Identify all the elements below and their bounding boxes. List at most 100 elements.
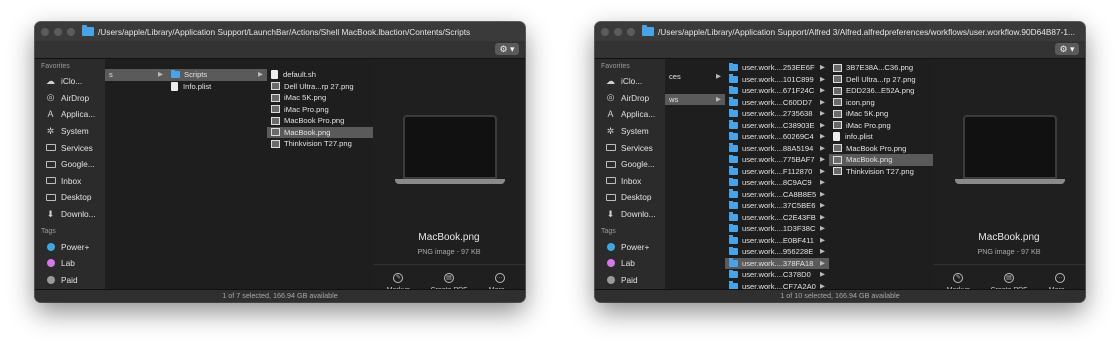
- file-row[interactable]: ws ▶: [665, 93, 725, 105]
- title-bar[interactable]: /Users/apple/Library/Application Support…: [35, 22, 525, 41]
- file-row[interactable]: user.work....671F24C ▶: [725, 85, 829, 97]
- sidebar-item-label: Downlo...: [61, 209, 96, 220]
- file-row[interactable]: 3B7E38A...C36.png: [829, 62, 933, 74]
- markup-icon: ✎: [953, 273, 964, 283]
- column-2[interactable]: user.work....253EE6F ▶ user.work....101C89…: [725, 59, 830, 290]
- sidebar-item[interactable]: ☁ iClo...: [35, 73, 105, 90]
- sidebar-item[interactable]: ✲ System: [595, 123, 665, 140]
- zoom-button[interactable]: [627, 27, 635, 36]
- file-row[interactable]: user.work....88A5194 ▶: [725, 143, 829, 155]
- file-row[interactable]: iMac 5K.png: [267, 92, 373, 104]
- sidebar-tag-item[interactable]: Paid: [35, 272, 105, 289]
- sidebar-item[interactable]: Services: [595, 139, 665, 156]
- sidebar-item[interactable]: Google...: [595, 156, 665, 173]
- file-row[interactable]: user.work....C2E43FB ▶: [725, 212, 829, 224]
- file-row[interactable]: user.work....60269C4 ▶: [725, 131, 829, 143]
- file-row[interactable]: iMac Pro.png: [267, 104, 373, 116]
- file-row[interactable]: user.work....37C5BE6 ▶: [725, 200, 829, 212]
- action-menu-button[interactable]: ⚙ ▾: [1055, 43, 1079, 55]
- folder-icon-shape: [605, 160, 616, 168]
- column-3[interactable]: default.sh Dell Ultra...rp 27.png iMac 5K.…: [267, 59, 374, 290]
- file-name: Scripts: [184, 70, 208, 80]
- title-bar[interactable]: /Users/apple/Library/Application Support…: [595, 22, 1085, 41]
- sidebar-item-label: System: [61, 126, 89, 137]
- column-1[interactable]: ces ▶ ws ▶: [665, 59, 726, 290]
- file-row[interactable]: Thinkvision T27.png: [829, 166, 933, 178]
- chevron-right-icon: ▶: [820, 64, 825, 71]
- sidebar-item[interactable]: Services: [35, 139, 105, 156]
- file-row[interactable]: user.work....101C899 ▶: [725, 74, 829, 86]
- file-row[interactable]: user.work....C378D0 ▶: [725, 269, 829, 281]
- file-row[interactable]: Info.plist: [167, 81, 267, 93]
- file-row[interactable]: user.work....C38903E ▶: [725, 120, 829, 132]
- minimize-button[interactable]: [614, 27, 622, 36]
- close-button[interactable]: [601, 27, 609, 36]
- file-name: iMac Pro.png: [846, 120, 891, 130]
- sidebar-item[interactable]: A Applica...: [35, 106, 105, 123]
- sidebar-item[interactable]: Desktop: [35, 189, 105, 206]
- sidebar-item-label: Inbox: [61, 175, 82, 186]
- sidebar-tag-item[interactable]: Lab: [595, 255, 665, 272]
- action-menu-button[interactable]: ⚙ ▾: [495, 43, 519, 55]
- file-row[interactable]: ces ▶: [665, 71, 725, 83]
- file-name: iMac Pro.png: [284, 104, 329, 114]
- folder-icon: [729, 120, 738, 129]
- sidebar-tag-item[interactable]: Paid: [595, 272, 665, 289]
- file-row[interactable]: Scripts ▶: [167, 69, 267, 81]
- sidebar-item[interactable]: Inbox: [35, 173, 105, 190]
- file-row[interactable]: user.work....956228E ▶: [725, 246, 829, 258]
- sidebar-item[interactable]: ☁ iClo...: [595, 73, 665, 90]
- sidebar-item[interactable]: ◎ AirDrop: [35, 90, 105, 107]
- file-row[interactable]: default.sh: [267, 69, 373, 81]
- sidebar-item[interactable]: ⬇ Downlo...: [595, 206, 665, 223]
- file-row[interactable]: Dell Ultra...rp 27.png: [267, 81, 373, 93]
- sidebar-item-label: Services: [61, 142, 93, 153]
- folder-icon: [729, 108, 738, 118]
- column-3[interactable]: 3B7E38A...C36.png Dell Ultra...rp 27.png E…: [829, 59, 934, 290]
- file-row[interactable]: Dell Ultra...rp 27.png: [829, 74, 933, 86]
- file-row[interactable]: MacBook Pro.png: [267, 115, 373, 127]
- file-name: ces: [669, 72, 681, 82]
- file-row[interactable]: s ▶: [105, 69, 167, 81]
- sidebar-tag-item[interactable]: Lab: [35, 255, 105, 272]
- sidebar-tag-item[interactable]: Power+: [35, 238, 105, 255]
- file-row[interactable]: user.work....1D3F38C ▶: [725, 223, 829, 235]
- sidebar-tag-item[interactable]: Power+: [595, 238, 665, 255]
- preview-file-info: PNG image - 97 KB: [977, 247, 1041, 256]
- column-2[interactable]: Scripts ▶ Info.plist: [167, 59, 268, 290]
- sidebar-item[interactable]: Inbox: [595, 173, 665, 190]
- file-row[interactable]: user.work....8C9AC9 ▶: [725, 177, 829, 189]
- sidebar-item[interactable]: Google...: [35, 156, 105, 173]
- sidebar-item[interactable]: ✲ System: [35, 123, 105, 140]
- file-row[interactable]: MacBook Pro.png: [829, 143, 933, 155]
- file-row[interactable]: Thinkvision T27.png: [267, 138, 373, 150]
- sidebar-item[interactable]: ⬇ Downlo...: [35, 206, 105, 223]
- sidebar-item[interactable]: ◎ AirDrop: [595, 90, 665, 107]
- chevron-right-icon: ▶: [820, 167, 825, 175]
- finder-window-alfred: /Users/apple/Library/Application Support…: [595, 22, 1085, 302]
- sidebar-item[interactable]: Desktop: [595, 189, 665, 206]
- file-row[interactable]: user.work....CA8B8E5 ▶: [725, 189, 829, 201]
- folder-icon: [729, 131, 738, 141]
- chevron-right-icon: ▶: [820, 190, 825, 198]
- file-row[interactable]: user.work....E0BF411 ▶: [725, 235, 829, 247]
- file-row[interactable]: user.work....F112870 ▶: [725, 166, 829, 178]
- file-row[interactable]: icon.png: [829, 97, 933, 109]
- file-row[interactable]: MacBook.png: [267, 126, 373, 138]
- minimize-button[interactable]: [54, 27, 62, 36]
- file-row[interactable]: iMac 5K.png: [829, 108, 933, 120]
- file-row[interactable]: EDD236...E52A.png: [829, 85, 933, 97]
- file-row[interactable]: user.work....775BAF7 ▶: [725, 154, 829, 166]
- zoom-button[interactable]: [67, 27, 75, 36]
- file-row[interactable]: user.work....253EE6F ▶: [725, 62, 829, 74]
- file-row[interactable]: user.work....2735638 ▶: [725, 108, 829, 120]
- file-row[interactable]: user.work....C60DD7 ▶: [725, 97, 829, 109]
- file-row[interactable]: iMac Pro.png: [829, 120, 933, 132]
- sidebar-item[interactable]: A Applica...: [595, 106, 665, 123]
- column-1[interactable]: s ▶: [105, 59, 168, 290]
- file-row[interactable]: info.plist: [829, 131, 933, 143]
- file-row[interactable]: MacBook.png: [829, 154, 933, 166]
- close-button[interactable]: [41, 27, 49, 36]
- file-row[interactable]: user.work....378FA18 ▶: [725, 257, 829, 269]
- image-file-icon: [271, 82, 280, 91]
